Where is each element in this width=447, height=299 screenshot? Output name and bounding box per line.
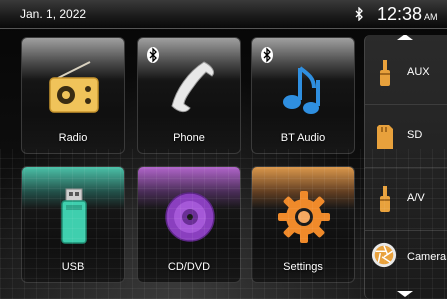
radio-icon	[49, 61, 99, 113]
cd-dvd-label: CD/DVD	[167, 261, 211, 273]
usb-drive-icon	[61, 188, 87, 244]
status-bar: Jan. 1, 2022 12:38 AM	[0, 0, 447, 29]
source-av[interactable]: A/V	[365, 169, 447, 231]
aux-plug-icon	[380, 60, 390, 86]
source-sd[interactable]: SD	[365, 106, 447, 168]
settings-tile[interactable]: Settings	[251, 166, 355, 283]
cd-dvd-tile[interactable]: CD/DVD	[137, 166, 241, 283]
bt-audio-tile[interactable]: BT Audio	[251, 37, 355, 154]
clock-time: 12:38	[377, 4, 423, 24]
source-camera-label: Camera	[407, 251, 447, 263]
source-camera[interactable]: Camera	[365, 231, 447, 293]
scroll-down-arrow-icon[interactable]	[397, 291, 413, 297]
gear-icon	[278, 191, 330, 243]
bluetooth-icon	[261, 47, 273, 63]
av-plug-icon	[380, 186, 390, 212]
phone-tile[interactable]: Phone	[137, 37, 241, 154]
phone-icon	[171, 61, 215, 113]
usb-label: USB	[61, 261, 85, 273]
source-aux-label: AUX	[407, 66, 430, 78]
date-label: Jan. 1, 2022	[20, 7, 87, 21]
clock: 12:38 AM	[377, 4, 438, 25]
radio-label: Radio	[58, 132, 88, 144]
sd-card-icon	[377, 125, 393, 149]
source-panel[interactable]: AUX SD A/V Camera	[364, 35, 447, 299]
source-sd-label: SD	[407, 129, 423, 141]
source-aux[interactable]: AUX	[365, 43, 447, 105]
source-av-label: A/V	[407, 192, 425, 204]
home-screen: Jan. 1, 2022 12:38 AM Radio Phone BT Aud…	[0, 0, 447, 299]
bluetooth-icon	[147, 47, 159, 63]
radio-tile[interactable]: Radio	[21, 37, 125, 154]
camera-aperture-icon	[371, 242, 397, 268]
scroll-up-arrow-icon[interactable]	[397, 35, 413, 40]
phone-label: Phone	[173, 132, 205, 144]
usb-tile[interactable]: USB	[21, 166, 125, 283]
settings-label: Settings	[283, 261, 323, 273]
music-note-icon	[283, 66, 320, 114]
bluetooth-icon	[355, 7, 363, 21]
clock-ampm: AM	[424, 12, 438, 22]
bt-audio-label: BT Audio	[280, 132, 326, 144]
disc-icon	[165, 192, 215, 242]
